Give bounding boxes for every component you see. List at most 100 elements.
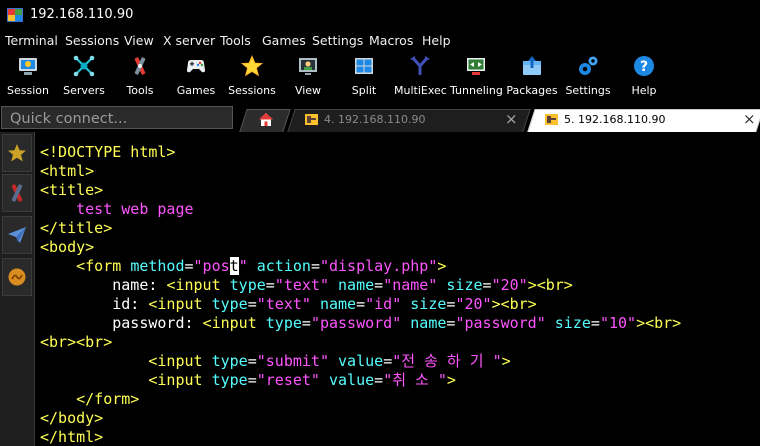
menu-games[interactable]: Games: [262, 33, 306, 48]
code-token: =: [310, 257, 320, 275]
code-token: type: [211, 371, 248, 389]
code-token: "text": [274, 276, 329, 294]
sidebar-tools[interactable]: [2, 174, 32, 212]
sidebar-macros[interactable]: [2, 258, 32, 296]
code-token: type: [229, 276, 266, 294]
code-token: test web page: [76, 200, 194, 218]
multiexec-button[interactable]: MultiExec: [394, 51, 447, 104]
terminal-code: <!DOCTYPE html> <html> <title> test web pa…: [40, 143, 681, 446]
sessions-button[interactable]: Sessions: [226, 51, 278, 104]
help-icon: ?: [634, 56, 654, 76]
servers-button[interactable]: Servers: [58, 51, 110, 104]
code-line: <!DOCTYPE html>: [40, 143, 681, 162]
settings-button[interactable]: Settings: [562, 51, 614, 104]
split-label: Split: [351, 84, 377, 97]
tools-button[interactable]: Tools: [114, 51, 166, 104]
help-label: Help: [631, 84, 657, 97]
code-token: ><br>: [491, 295, 537, 313]
code-line: <input type="submit" value="전 송 하 기 ">: [40, 352, 681, 371]
code-token: ><br>: [636, 314, 682, 332]
favorites-star-icon: [8, 144, 26, 162]
menu-tools[interactable]: Tools: [220, 33, 251, 48]
games-button[interactable]: Games: [170, 51, 222, 104]
code-line: <br><br>: [40, 333, 681, 352]
close-icon[interactable]: ×: [505, 110, 518, 128]
sidebar-send[interactable]: [2, 216, 32, 254]
session-label: Session: [7, 84, 49, 97]
code-token: <br><br>: [40, 333, 113, 351]
code-token: =: [482, 276, 492, 294]
menu-bar: Terminal Sessions View X server Tools Ga…: [0, 30, 760, 51]
code-token: </form>: [76, 390, 140, 408]
view-icon: [299, 58, 317, 75]
code-token: size: [410, 295, 447, 313]
code-token: name: [338, 276, 375, 294]
session-icon: [19, 58, 37, 75]
code-line: <form method="post" action="display.php"…: [40, 257, 681, 276]
settings-icon: [579, 56, 598, 75]
view-button[interactable]: View: [282, 51, 334, 104]
code-token: <body>: [40, 238, 95, 256]
code-line: name: <input type="text" name="name" siz…: [40, 276, 681, 295]
tunneling-button[interactable]: Tunneling: [450, 51, 503, 104]
tab-session-4[interactable]: 4. 192.168.110.90 ×: [287, 109, 531, 132]
tools-label: Tools: [126, 84, 154, 97]
tab-bar: 4. 192.168.110.90 × 5. 192.168.110.90 ×: [0, 104, 760, 132]
code-token: "pos: [193, 257, 230, 275]
session-button[interactable]: Session: [2, 51, 54, 104]
menu-terminal[interactable]: Terminal: [5, 33, 58, 48]
code-token: =: [247, 295, 257, 313]
packages-button[interactable]: Packages: [506, 51, 558, 104]
menu-view[interactable]: View: [124, 33, 154, 48]
code-token: type: [211, 295, 248, 313]
packages-label: Packages: [506, 84, 558, 97]
code-token: <input: [148, 295, 212, 313]
quick-connect-box: [1, 106, 233, 129]
split-button[interactable]: Split: [338, 51, 390, 104]
multiexec-icon: [410, 56, 430, 75]
terminal-key-icon: [305, 114, 318, 125]
close-icon[interactable]: ×: [743, 110, 756, 128]
code-token: "display.php": [319, 257, 438, 275]
home-icon[interactable]: [258, 112, 274, 127]
menu-settings[interactable]: Settings: [312, 33, 363, 48]
tunneling-icon: [467, 58, 485, 75]
menu-x-server[interactable]: X server: [163, 33, 215, 48]
code-token: =: [374, 276, 384, 294]
code-line: </title>: [40, 219, 681, 238]
code-token: ><br>: [527, 276, 573, 294]
tab-session-5[interactable]: 5. 192.168.110.90 ×: [527, 109, 760, 132]
sidebar-favorites[interactable]: [2, 134, 32, 172]
code-token: <!DOCTYPE html>: [40, 143, 176, 161]
help-button[interactable]: ? Help: [618, 51, 670, 104]
code-token: <form: [76, 257, 131, 275]
code-token: name: [319, 295, 357, 313]
terminal-output[interactable]: <!DOCTYPE html> <html> <title> test web pa…: [36, 132, 760, 446]
code-token: "submit": [256, 352, 329, 370]
title-bar: 192.168.110.90: [0, 0, 760, 30]
code-token: ": [238, 257, 248, 275]
menu-sessions[interactable]: Sessions: [65, 33, 119, 48]
menu-macros[interactable]: Macros: [369, 33, 413, 48]
code-token: </title>: [40, 219, 113, 237]
quick-connect-input[interactable]: [8, 109, 232, 129]
sessions-label: Sessions: [228, 84, 276, 97]
code-token: "reset": [256, 371, 320, 389]
code-token: "취 소 ": [383, 371, 447, 389]
view-label: View: [294, 84, 322, 97]
code-line: </html>: [40, 428, 681, 446]
code-token: value: [338, 352, 384, 370]
code-token: =: [383, 352, 393, 370]
code-token: "text": [256, 295, 311, 313]
code-token: size: [554, 314, 591, 332]
code-token: "10": [599, 314, 637, 332]
menu-help[interactable]: Help: [422, 33, 451, 48]
